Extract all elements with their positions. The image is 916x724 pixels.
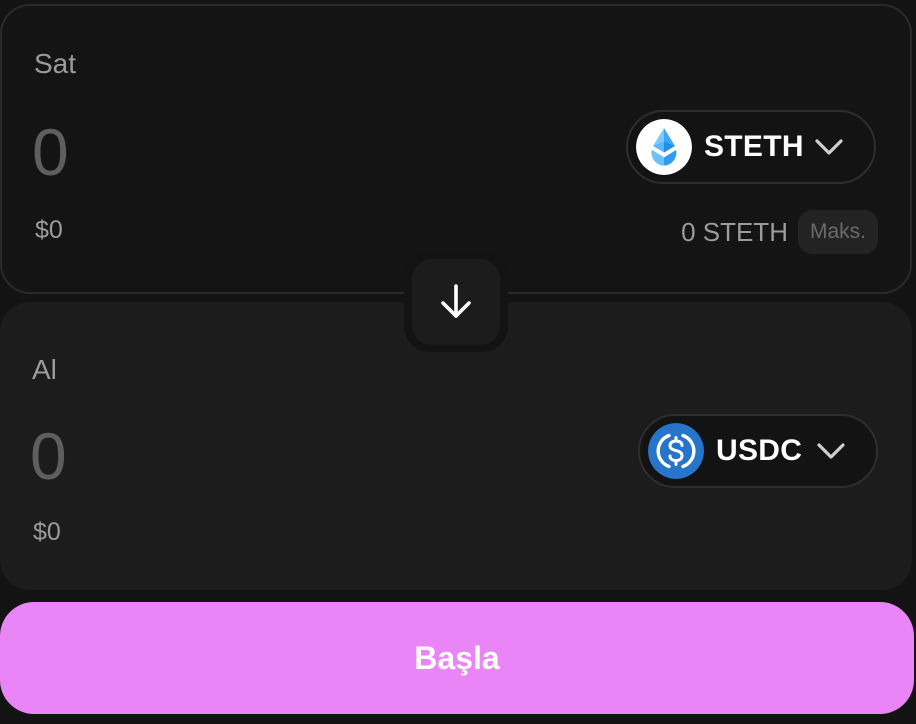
sell-token-symbol: STETH — [704, 130, 804, 163]
sell-usd-value: $0 — [35, 216, 63, 244]
swap-direction-button[interactable] — [404, 252, 508, 352]
swap-direction-button-inner — [412, 259, 500, 345]
chevron-down-icon — [817, 443, 845, 459]
sell-balance: 0 STETH — [681, 216, 788, 247]
start-button[interactable]: Başla — [0, 602, 914, 714]
buy-token-selector[interactable]: USDC — [638, 414, 878, 488]
sell-amount-input[interactable] — [32, 112, 452, 192]
buy-usd-value: $0 — [33, 518, 61, 546]
max-button[interactable]: Maks. — [797, 210, 878, 254]
sell-balance-row: 0 STETH Maks. — [681, 210, 878, 254]
sell-token-selector[interactable]: STETH — [626, 110, 876, 184]
buy-token-symbol: USDC — [716, 434, 803, 467]
sell-label: Sat — [34, 48, 77, 79]
chevron-down-icon — [815, 139, 843, 155]
buy-amount-input[interactable] — [30, 416, 450, 496]
buy-label: Al — [32, 354, 57, 385]
sell-panel: Sat $0 STETH 0 STETH Maks. — [0, 4, 912, 294]
steth-token-icon — [636, 119, 692, 175]
usdc-token-icon — [648, 423, 704, 479]
swap-widget: Sat $0 STETH 0 STETH Maks. — [0, 0, 916, 724]
arrow-down-icon — [441, 284, 471, 318]
